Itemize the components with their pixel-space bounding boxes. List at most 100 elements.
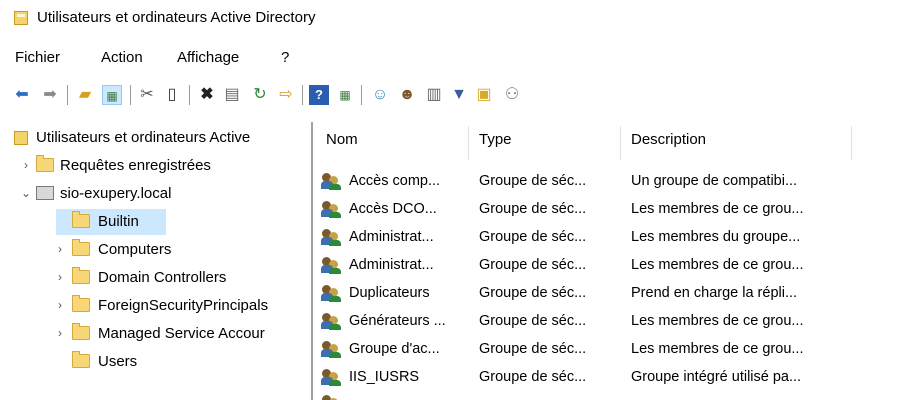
tree-item-builtin[interactable]: Builtin bbox=[14, 211, 304, 233]
list-row[interactable]: Administrat... Groupe de séc... Les memb… bbox=[313, 254, 912, 278]
security-group-icon bbox=[321, 312, 341, 330]
list-row[interactable]: Accès comp... Groupe de séc... Un groupe… bbox=[313, 170, 912, 194]
row-name: Accès DCO... bbox=[349, 201, 437, 217]
ad-root-icon bbox=[14, 131, 28, 145]
column-header-type[interactable]: Type bbox=[479, 131, 512, 148]
column-divider[interactable] bbox=[851, 126, 852, 160]
show-console-icon[interactable]: ▦ bbox=[335, 85, 355, 105]
tree-item-saved-queries[interactable]: › Requêtes enregistrées bbox=[14, 155, 304, 177]
list-row[interactable]: IIS_IUSRS Groupe de séc... Groupe intégr… bbox=[313, 366, 912, 390]
row-name: Administrat... bbox=[349, 257, 434, 273]
row-type: Groupe de séc... bbox=[479, 313, 587, 329]
folder-icon bbox=[36, 155, 54, 172]
tree-item-label: sio-exupery.local bbox=[60, 185, 172, 202]
refresh-icon[interactable]: ↻ bbox=[250, 85, 270, 105]
tree-item-label: Managed Service Accour bbox=[98, 325, 265, 342]
row-description: Les membres du groupe... bbox=[631, 229, 801, 245]
new-group-icon[interactable]: ☻ bbox=[397, 85, 417, 105]
cut-icon[interactable]: ✂ bbox=[137, 85, 157, 105]
tree-item-label: Requêtes enregistrées bbox=[60, 157, 211, 174]
tree-pane: Utilisateurs et ordinateurs Active › Req… bbox=[14, 124, 304, 400]
list-row[interactable]: Administrat... Groupe de séc... Les memb… bbox=[313, 226, 912, 250]
column-divider[interactable] bbox=[468, 126, 469, 160]
add-to-group-icon[interactable]: ⚇ bbox=[502, 85, 522, 105]
show-tree-icon[interactable]: ▦ bbox=[102, 85, 122, 105]
chevron-right-icon[interactable]: › bbox=[54, 270, 66, 284]
new-user-icon[interactable]: ☺ bbox=[370, 85, 390, 105]
menu-action[interactable]: Action bbox=[101, 49, 143, 66]
domain-icon bbox=[36, 186, 54, 200]
security-group-icon bbox=[321, 394, 341, 400]
menu-fichier[interactable]: Fichier bbox=[15, 49, 60, 66]
row-description: Les membres de ce grou... bbox=[631, 313, 804, 329]
row-type: Groupe de séc... bbox=[479, 285, 587, 301]
tree-item-foreign-security-principals[interactable]: › ForeignSecurityPrincipals bbox=[14, 295, 304, 317]
list-row-partial[interactable] bbox=[313, 392, 912, 400]
tree-item-domain[interactable]: ⌄ sio-exupery.local bbox=[14, 183, 304, 205]
back-arrow-icon[interactable]: ⬅ bbox=[12, 85, 32, 105]
up-folder-icon[interactable]: ▰ bbox=[75, 85, 95, 105]
list-row[interactable]: Duplicateurs Groupe de séc... Prend en c… bbox=[313, 282, 912, 306]
security-group-icon bbox=[321, 368, 341, 386]
security-group-icon bbox=[321, 172, 341, 190]
column-header-description[interactable]: Description bbox=[631, 131, 706, 148]
row-name: Groupe d'ac... bbox=[349, 341, 440, 357]
row-name: Administrat... bbox=[349, 229, 434, 245]
chevron-down-icon[interactable]: ⌄ bbox=[20, 186, 32, 200]
security-group-icon bbox=[321, 284, 341, 302]
row-description: Les membres de ce grou... bbox=[631, 201, 804, 217]
folder-icon bbox=[72, 323, 90, 340]
row-name: Générateurs ... bbox=[349, 313, 446, 329]
row-type: Groupe de séc... bbox=[479, 369, 587, 385]
ad-app-icon bbox=[14, 11, 28, 25]
row-type: Groupe de séc... bbox=[479, 257, 587, 273]
toolbar-separator bbox=[302, 85, 303, 105]
list-pane: Nom Type Description Accès comp... Group… bbox=[313, 122, 912, 400]
chevron-right-icon[interactable]: › bbox=[54, 326, 66, 340]
chevron-right-icon[interactable]: › bbox=[54, 242, 66, 256]
forward-arrow-icon[interactable]: ➡ bbox=[40, 85, 60, 105]
chevron-right-icon[interactable]: › bbox=[20, 158, 32, 172]
new-ou-icon[interactable]: ▥ bbox=[424, 85, 444, 105]
tree-item-users[interactable]: Users bbox=[14, 351, 304, 373]
row-type: Groupe de séc... bbox=[479, 229, 587, 245]
row-description: Groupe intégré utilisé pa... bbox=[631, 369, 802, 385]
list-row[interactable]: Groupe d'ac... Groupe de séc... Les memb… bbox=[313, 338, 912, 362]
tree-item-domain-controllers[interactable]: › Domain Controllers bbox=[14, 267, 304, 289]
toolbar-separator bbox=[130, 85, 131, 105]
column-divider[interactable] bbox=[620, 126, 621, 160]
paste-icon[interactable]: ▯ bbox=[162, 85, 182, 105]
column-header-name[interactable]: Nom bbox=[326, 131, 358, 148]
row-type: Groupe de séc... bbox=[479, 173, 587, 189]
security-group-icon bbox=[321, 228, 341, 246]
row-name: Duplicateurs bbox=[349, 285, 430, 301]
toolbar-separator bbox=[189, 85, 190, 105]
tree-item-label: ForeignSecurityPrincipals bbox=[98, 297, 269, 314]
toolbar-separator bbox=[361, 85, 362, 105]
tree-root-node[interactable]: Utilisateurs et ordinateurs Active bbox=[14, 127, 304, 149]
security-group-icon bbox=[321, 340, 341, 358]
tree-item-managed-service-accounts[interactable]: › Managed Service Accour bbox=[14, 323, 304, 345]
menu-help[interactable]: ? bbox=[281, 49, 289, 66]
row-name: IIS_IUSRS bbox=[349, 369, 420, 385]
help-icon[interactable]: ? bbox=[309, 85, 329, 105]
row-description: Les membres de ce grou... bbox=[631, 257, 804, 273]
menu-affichage[interactable]: Affichage bbox=[177, 49, 239, 66]
row-description: Prend en charge la répli... bbox=[631, 285, 798, 301]
title-bar: Utilisateurs et ordinateurs Active Direc… bbox=[0, 0, 912, 36]
find-icon[interactable]: ▣ bbox=[474, 85, 494, 105]
window-title: Utilisateurs et ordinateurs Active Direc… bbox=[37, 9, 316, 26]
folder-icon bbox=[72, 295, 90, 312]
tree-item-computers[interactable]: › Computers bbox=[14, 239, 304, 261]
filter-icon[interactable]: ▼ bbox=[449, 85, 469, 105]
list-row[interactable]: Accès DCO... Groupe de séc... Les membre… bbox=[313, 198, 912, 222]
delete-icon[interactable]: ✖ bbox=[197, 85, 217, 105]
row-description: Un groupe de compatibi... bbox=[631, 173, 798, 189]
row-type: Groupe de séc... bbox=[479, 341, 587, 357]
tree-item-label: Computers bbox=[98, 241, 172, 258]
chevron-right-icon[interactable]: › bbox=[54, 298, 66, 312]
properties-icon[interactable]: ▤ bbox=[222, 85, 242, 105]
security-group-icon bbox=[321, 200, 341, 218]
export-icon[interactable]: ⇨ bbox=[276, 85, 296, 105]
list-row[interactable]: Générateurs ... Groupe de séc... Les mem… bbox=[313, 310, 912, 334]
